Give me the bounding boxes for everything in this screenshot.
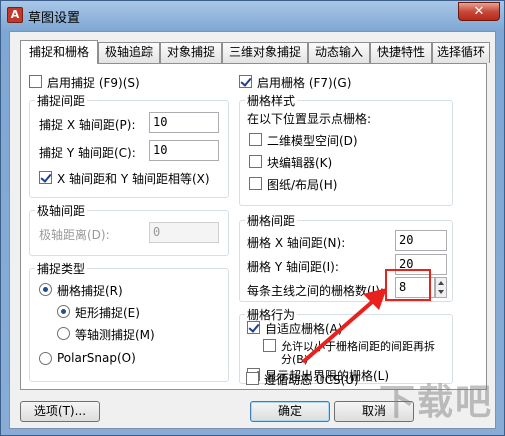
major-line-spinner[interactable] — [435, 277, 447, 298]
grid-style-description: 在以下位置显示点栅格: — [247, 112, 372, 126]
polarsnap-radio[interactable] — [39, 352, 52, 365]
grid-spacing-title: 栅格间距 — [245, 212, 298, 229]
spinner-down-icon[interactable] — [438, 290, 444, 294]
snap-grid-panel: 启用捕捉 (F9)(S) 捕捉间距 捕捉 X 轴间距(P): 10 捕捉 Y 轴… — [20, 63, 487, 390]
isometric-snap-label: 等轴测捕捉(M) — [75, 328, 155, 342]
ok-button[interactable]: 确定 — [250, 401, 330, 422]
tab-object-snap[interactable]: 对象捕捉 — [160, 42, 222, 63]
tab-3d-object-snap[interactable]: 三维对象捕捉 — [222, 42, 308, 63]
sheet-layout-checkbox[interactable] — [249, 177, 262, 190]
follow-ucs-label: 遵循动态 UCS(U) — [264, 373, 359, 387]
tab-selection-cycling[interactable]: 选择循环 — [432, 42, 490, 63]
polar-distance-input[interactable]: 0 — [149, 222, 219, 243]
grid-x-label: 栅格 X 轴间距(N): — [247, 236, 346, 250]
isometric-snap-radio[interactable] — [57, 327, 70, 340]
annotation-arrow-icon — [301, 288, 387, 364]
equal-spacing-checkbox[interactable] — [39, 171, 52, 184]
snap-spacing-title: 捕捉间距 — [35, 92, 88, 109]
tab-dynamic-input[interactable]: 动态输入 — [308, 42, 370, 63]
grid-snap-radio[interactable] — [39, 283, 52, 296]
autocad-app-icon: A — [7, 7, 23, 23]
polar-distance-label: 极轴距离(D): — [39, 228, 110, 242]
tab-polar-tracking[interactable]: 极轴追踪 — [98, 42, 160, 63]
sheet-layout-label: 图纸/布局(H) — [267, 178, 338, 192]
model-space-label: 二维模型空间(D) — [267, 134, 358, 148]
follow-ucs-checkbox[interactable] — [246, 372, 259, 385]
dialog-client: 捕捉和栅格 极轴追踪 对象捕捉 三维对象捕捉 动态输入 快捷特性 选择循环 启用… — [9, 31, 496, 429]
close-button[interactable]: ✕ — [458, 2, 500, 21]
subdivide-checkbox[interactable] — [263, 339, 276, 352]
close-icon: ✕ — [473, 4, 485, 19]
snap-type-title: 捕捉类型 — [35, 260, 88, 277]
rectangular-snap-label: 矩形捕捉(E) — [75, 306, 140, 320]
snap-x-input[interactable]: 10 — [149, 112, 219, 133]
options-button[interactable]: 选项(T)... — [20, 401, 100, 422]
adaptive-grid-checkbox[interactable] — [247, 321, 260, 334]
grid-y-label: 栅格 Y 轴间距(I): — [247, 260, 339, 274]
grid-style-title: 栅格样式 — [245, 92, 298, 109]
title-bar[interactable]: A 草图设置 ✕ — [1, 1, 504, 29]
equal-spacing-label: X 轴间距和 Y 轴间距相等(X) — [57, 172, 210, 186]
snap-y-label: 捕捉 Y 轴间距(C): — [39, 146, 136, 160]
enable-grid-checkbox[interactable] — [239, 75, 252, 88]
watermark-logo: 下载吧 — [379, 382, 494, 423]
snap-y-input[interactable]: 10 — [149, 140, 219, 161]
window-title: 草图设置 — [28, 11, 81, 26]
block-editor-checkbox[interactable] — [249, 155, 262, 168]
block-editor-label: 块编辑器(K) — [267, 156, 333, 170]
grid-snap-label: 栅格捕捉(R) — [57, 284, 123, 298]
rectangular-snap-radio[interactable] — [57, 305, 70, 318]
polar-spacing-title: 极轴间距 — [35, 202, 88, 219]
model-space-checkbox[interactable] — [249, 133, 262, 146]
enable-snap-checkbox[interactable] — [29, 75, 42, 88]
tab-snap-grid[interactable]: 捕捉和栅格 — [20, 40, 98, 64]
polarsnap-label: PolarSnap(O) — [57, 351, 136, 365]
snap-x-label: 捕捉 X 轴间距(P): — [39, 118, 136, 132]
spinner-up-icon[interactable] — [438, 281, 444, 285]
enable-snap-label: 启用捕捉 (F9)(S) — [47, 76, 140, 90]
grid-x-input[interactable]: 20 — [395, 230, 447, 251]
dialog-window: A 草图设置 ✕ 捕捉和栅格 极轴追踪 对象捕捉 三维对象捕捉 动态输入 快捷特… — [0, 0, 505, 436]
enable-grid-label: 启用栅格 (F7)(G) — [257, 76, 352, 90]
tab-quick-properties[interactable]: 快捷特性 — [370, 42, 432, 63]
